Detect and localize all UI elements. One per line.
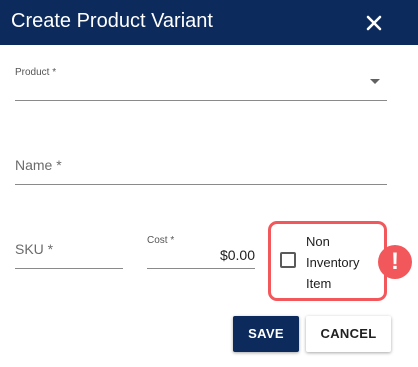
non-inventory-label-line1: Non — [306, 234, 330, 249]
close-button[interactable] — [361, 10, 387, 36]
cost-underline — [147, 268, 255, 269]
non-inventory-label-line3: Item — [306, 276, 332, 291]
name-underline — [15, 184, 387, 185]
chevron-down-icon[interactable] — [370, 79, 380, 84]
cost-label: Cost * — [147, 235, 175, 246]
product-underline — [15, 100, 387, 101]
product-label: Product * — [15, 67, 57, 78]
sku-input[interactable] — [15, 234, 123, 268]
save-button[interactable]: SAVE — [233, 316, 299, 352]
cancel-button[interactable]: CANCEL — [306, 316, 391, 352]
dialog-header: Create Product Variant — [0, 0, 418, 45]
dialog-title: Create Product Variant — [11, 10, 213, 32]
non-inventory-label-line2: Inventory — [306, 255, 360, 270]
cost-input[interactable]: $0.00 — [150, 247, 255, 263]
non-inventory-label: Non Inventory Item — [306, 231, 366, 294]
close-icon — [366, 15, 382, 31]
exclamation-icon: ! — [378, 245, 412, 279]
non-inventory-checkbox[interactable] — [280, 252, 296, 268]
product-select[interactable] — [15, 78, 387, 100]
sku-underline — [15, 268, 123, 269]
name-input[interactable] — [15, 150, 387, 184]
